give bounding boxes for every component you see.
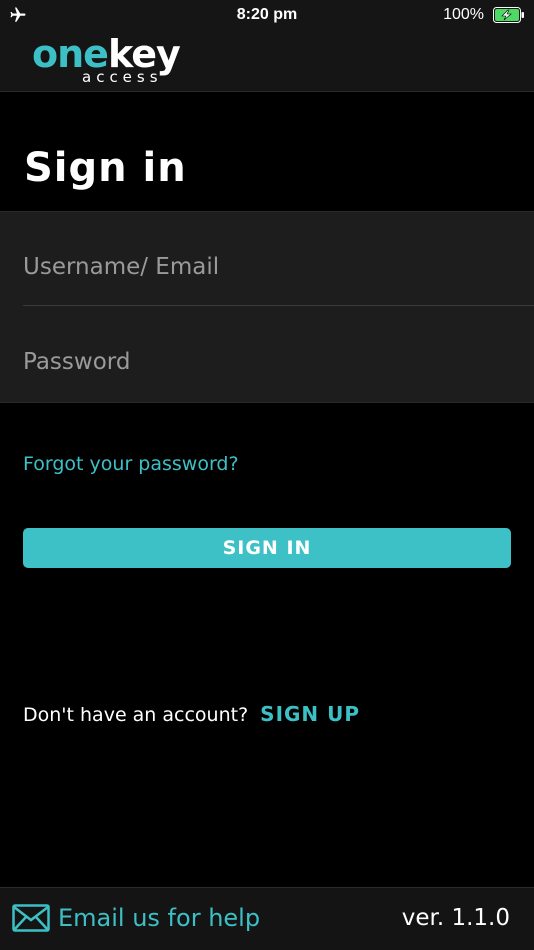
sign-in-screen: 8:20 pm 100% onekey access Sign in Forgo… bbox=[0, 0, 534, 950]
battery-charging-icon bbox=[493, 7, 524, 23]
password-field-wrapper bbox=[23, 307, 534, 401]
logo-subtitle: access bbox=[82, 68, 163, 86]
mail-icon[interactable] bbox=[12, 904, 50, 932]
battery-percent: 100% bbox=[443, 6, 484, 23]
sign-in-form bbox=[0, 211, 534, 403]
signup-prompt: Don't have an account? bbox=[23, 704, 249, 726]
username-field-wrapper bbox=[23, 212, 534, 306]
signup-row: Don't have an account? SIGN UP bbox=[23, 702, 360, 726]
sign-up-link[interactable]: SIGN UP bbox=[260, 702, 360, 726]
status-bar: 8:20 pm 100% bbox=[0, 0, 534, 32]
sign-in-button[interactable]: SIGN IN bbox=[23, 528, 511, 568]
email-help-link[interactable]: Email us for help bbox=[58, 904, 260, 932]
onekey-logo: onekey access bbox=[32, 34, 202, 86]
forgot-password-link[interactable]: Forgot your password? bbox=[23, 453, 239, 475]
username-input[interactable] bbox=[23, 212, 534, 305]
page-title: Sign in bbox=[24, 145, 187, 191]
password-input[interactable] bbox=[23, 307, 534, 401]
footer: Email us for help ver. 1.1.0 bbox=[0, 887, 534, 950]
title-section: Sign in bbox=[0, 92, 534, 210]
app-header: 8:20 pm 100% onekey access bbox=[0, 0, 534, 92]
app-version: ver. 1.1.0 bbox=[401, 905, 510, 931]
